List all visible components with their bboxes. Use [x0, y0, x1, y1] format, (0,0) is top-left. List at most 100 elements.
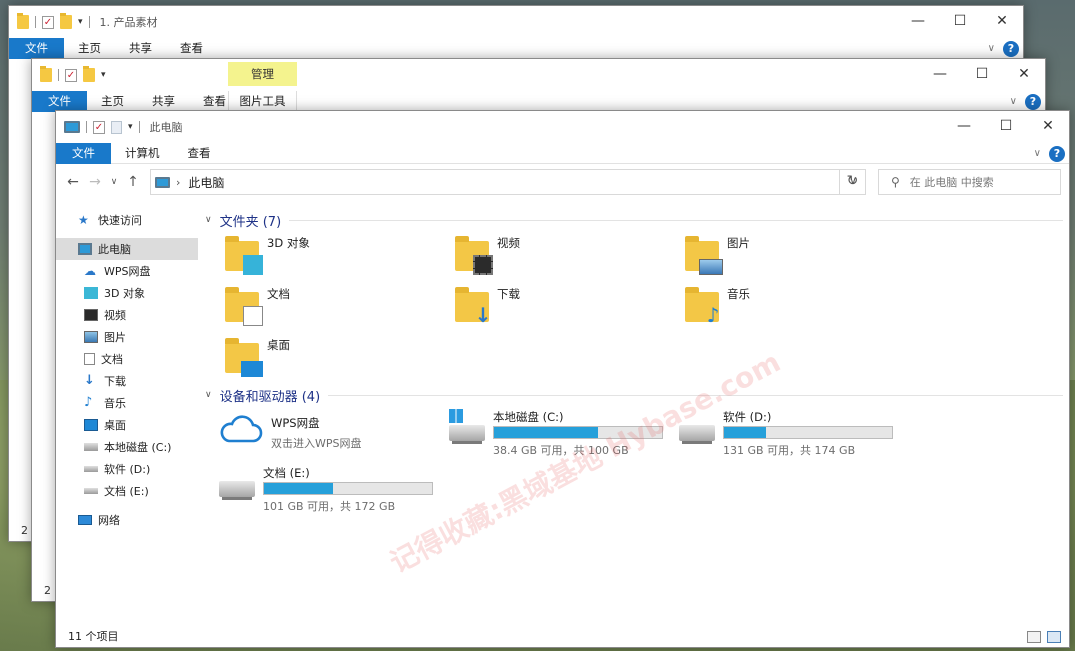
- tab-share[interactable]: 共享: [138, 91, 189, 112]
- sidebar-item-this-pc[interactable]: 此电脑: [56, 238, 198, 260]
- close-button[interactable]: ✕: [1027, 111, 1069, 141]
- drive-usage-fill: [494, 427, 599, 438]
- tab-file[interactable]: 文件: [56, 142, 111, 164]
- back-arrow-icon[interactable]: ←: [62, 174, 84, 190]
- title-bar[interactable]: ✓ ▾ 1. 产品素材 — ☐ ✕: [9, 6, 1023, 38]
- computer-icon: [78, 243, 92, 255]
- sidebar-item-drive-e[interactable]: 文档 (E:): [56, 480, 198, 502]
- properties-icon[interactable]: ✓: [65, 68, 77, 82]
- navigation-pane: ★ 快速访问 此电脑 ☁ WPS网盘 3D 对象 视频 图片 文档 ↓ 下载 ♪…: [56, 209, 198, 629]
- sidebar-item-3d-objects[interactable]: 3D 对象: [56, 282, 198, 304]
- new-item-icon[interactable]: [111, 120, 122, 134]
- explorer-window-this-pc[interactable]: ✓ ▾ 此电脑 — ☐ ✕ 文件 计算机 查看 ∨ ? ← → ∨ ↑ › 此电…: [55, 110, 1070, 648]
- sidebar-item-drive-d[interactable]: 软件 (D:): [56, 458, 198, 480]
- forward-arrow-icon[interactable]: →: [84, 174, 106, 190]
- drive-icon: [219, 481, 255, 500]
- minimize-button[interactable]: —: [919, 59, 961, 89]
- windows-drive-icon: [449, 425, 485, 444]
- details-view-icon[interactable]: [1027, 631, 1041, 643]
- maximize-button[interactable]: ☐: [961, 59, 1003, 89]
- folder-3d-objects[interactable]: 3D 对象: [225, 235, 310, 275]
- search-icon: ⚲: [891, 175, 900, 189]
- separator: [86, 121, 87, 133]
- separator: [88, 16, 90, 28]
- title-bar[interactable]: ✓ ▾ 此电脑 — ☐ ✕: [56, 111, 1069, 143]
- collapse-chevron-icon[interactable]: ∨: [205, 390, 212, 400]
- help-icon[interactable]: ?: [1003, 40, 1019, 57]
- separator: [35, 16, 36, 28]
- music-note-icon: ♪: [84, 395, 93, 410]
- close-button[interactable]: ✕: [981, 6, 1023, 36]
- customize-toolbar-icon[interactable]: ▾: [101, 70, 106, 80]
- minimize-button[interactable]: —: [943, 111, 985, 141]
- folders-section-header[interactable]: ∨ 文件夹 (7): [205, 209, 1063, 231]
- sidebar-item-pictures[interactable]: 图片: [56, 326, 198, 348]
- wps-cloud-drive[interactable]: WPS网盘 双击进入WPS网盘: [219, 415, 362, 451]
- help-icon[interactable]: ?: [1049, 145, 1065, 162]
- maximize-button[interactable]: ☐: [985, 111, 1027, 141]
- help-icon[interactable]: ?: [1025, 93, 1041, 110]
- status-bar: 2: [21, 524, 28, 537]
- sidebar-item-drive-c[interactable]: 本地磁盘 (C:): [56, 436, 198, 458]
- folder-desktop[interactable]: 桌面: [225, 337, 290, 377]
- folder-videos[interactable]: 视频: [455, 235, 520, 275]
- drive-usage-fill: [264, 483, 333, 494]
- expand-ribbon-icon[interactable]: ∨: [1034, 148, 1041, 159]
- minimize-button[interactable]: —: [897, 6, 939, 36]
- recent-locations-icon[interactable]: ∨: [106, 177, 122, 187]
- breadcrumb-this-pc[interactable]: 此电脑: [188, 174, 224, 191]
- windows-drive-icon: [84, 443, 98, 451]
- folder-downloads[interactable]: ↓ 下载: [455, 286, 520, 325]
- tab-home[interactable]: 主页: [87, 91, 138, 112]
- sidebar-item-desktop[interactable]: 桌面: [56, 414, 198, 436]
- sidebar-item-documents[interactable]: 文档: [56, 348, 198, 370]
- up-arrow-icon[interactable]: ↑: [122, 174, 144, 190]
- tab-picture-tools[interactable]: 图片工具: [228, 90, 297, 112]
- properties-icon[interactable]: ✓: [42, 15, 54, 29]
- new-folder-icon[interactable]: [83, 66, 95, 82]
- close-button[interactable]: ✕: [1003, 59, 1045, 89]
- drive-name: 本地磁盘 (C:): [493, 410, 564, 424]
- folder-label: 视频: [497, 236, 520, 250]
- customize-toolbar-icon[interactable]: ▾: [128, 122, 133, 132]
- expand-ribbon-icon[interactable]: ∨: [1010, 96, 1017, 107]
- sidebar-item-music[interactable]: ♪ 音乐: [56, 392, 198, 414]
- ribbon-tabs: 文件 主页 共享 查看 ∨ ?: [9, 37, 1023, 59]
- large-icons-view-icon[interactable]: [1047, 631, 1061, 643]
- refresh-button[interactable]: ↻: [839, 169, 865, 195]
- tab-home[interactable]: 主页: [64, 38, 115, 59]
- maximize-button[interactable]: ☐: [939, 6, 981, 36]
- breadcrumb-chevron-icon[interactable]: ›: [176, 176, 180, 189]
- new-folder-icon[interactable]: [60, 13, 72, 29]
- tab-file[interactable]: 文件: [9, 37, 64, 59]
- context-tab-manage[interactable]: 管理: [228, 62, 297, 86]
- film-icon: [84, 309, 98, 321]
- cube-icon: [84, 287, 98, 299]
- tab-view[interactable]: 查看: [174, 143, 225, 164]
- address-bar[interactable]: › 此电脑 ∨: [150, 169, 866, 195]
- folder-music[interactable]: ♪ 音乐: [685, 286, 750, 325]
- drive-icon: [84, 466, 98, 472]
- properties-icon[interactable]: ✓: [93, 120, 105, 134]
- collapse-chevron-icon[interactable]: ∨: [205, 215, 212, 225]
- sidebar-item-videos[interactable]: 视频: [56, 304, 198, 326]
- tab-file[interactable]: 文件: [32, 90, 87, 112]
- sidebar-item-wps-cloud[interactable]: ☁ WPS网盘: [56, 260, 198, 282]
- search-input[interactable]: ⚲ 在 此电脑 中搜索: [878, 169, 1061, 195]
- tab-share[interactable]: 共享: [115, 38, 166, 59]
- sidebar-item-downloads[interactable]: ↓ 下载: [56, 370, 198, 392]
- drive-e[interactable]: 文档 (E:) 101 GB 可用，共 172 GB: [219, 465, 433, 514]
- devices-section-header[interactable]: ∨ 设备和驱动器 (4): [205, 384, 1063, 406]
- folder-documents[interactable]: 文档: [225, 286, 290, 326]
- drive-c[interactable]: 本地磁盘 (C:) 38.4 GB 可用，共 100 GB: [449, 409, 663, 458]
- expand-ribbon-icon[interactable]: ∨: [988, 43, 995, 54]
- folder-pictures[interactable]: 图片: [685, 235, 750, 275]
- customize-toolbar-icon[interactable]: ▾: [78, 17, 83, 27]
- tab-computer[interactable]: 计算机: [111, 143, 174, 164]
- sidebar-item-quick-access[interactable]: ★ 快速访问: [56, 209, 198, 231]
- tab-view[interactable]: 查看: [166, 38, 217, 59]
- folder-icon: [225, 338, 263, 377]
- title-bar[interactable]: ✓ ▾ 管理 — ☐ ✕: [32, 59, 1045, 91]
- drive-d[interactable]: 软件 (D:) 131 GB 可用，共 174 GB: [679, 409, 893, 458]
- sidebar-item-network[interactable]: 网络: [56, 509, 198, 531]
